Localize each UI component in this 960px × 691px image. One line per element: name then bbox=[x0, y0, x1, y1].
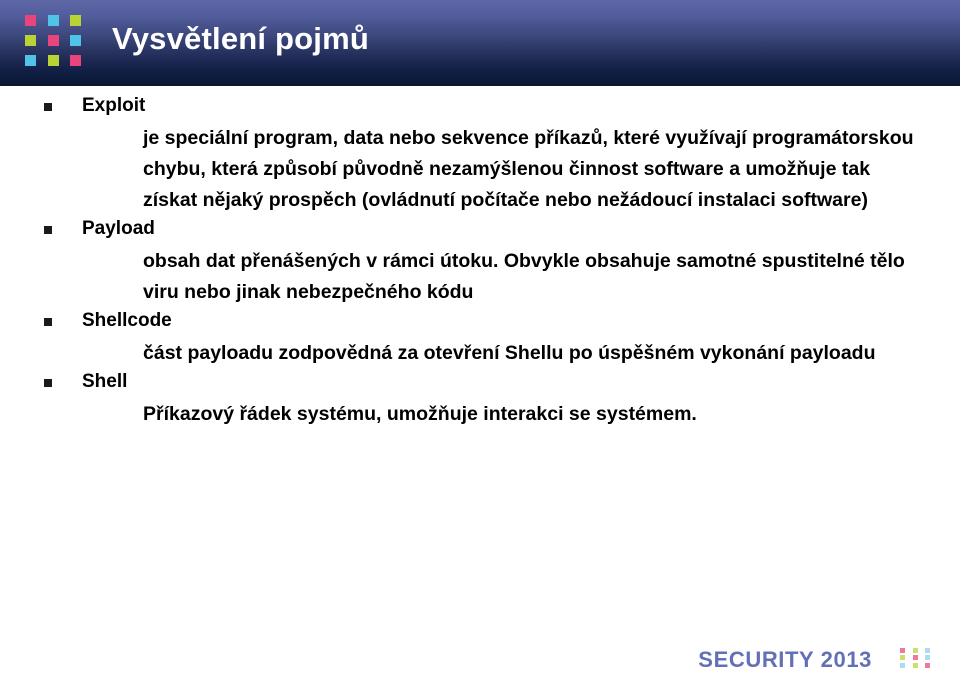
term-block-exploit: Exploit je speciální program, data nebo … bbox=[0, 93, 960, 216]
footer-dot bbox=[900, 655, 905, 661]
logo-dot bbox=[25, 35, 36, 46]
logo-dot bbox=[25, 15, 36, 26]
term-definition: část payloadu zodpovědná za otevření She… bbox=[143, 342, 876, 364]
term-label: Payload bbox=[82, 218, 155, 239]
logo-cell-2-2 bbox=[70, 53, 93, 73]
term-definition: Příkazový řádek systému, umožňuje intera… bbox=[143, 403, 697, 425]
square-bullet-icon bbox=[44, 379, 52, 387]
square-bullet-icon bbox=[44, 226, 52, 234]
term-heading: Shell bbox=[0, 369, 960, 395]
logo-dot bbox=[47, 15, 59, 26]
logo-dot bbox=[25, 55, 36, 66]
logo-cell-2-0 bbox=[25, 53, 48, 73]
page-title: Vysvětlení pojmů bbox=[112, 21, 370, 56]
logo-dot bbox=[47, 35, 59, 46]
term-heading: Payload bbox=[0, 216, 960, 242]
footer-brand-text: SECURITY 2013 bbox=[698, 647, 872, 672]
footer-dot bbox=[912, 655, 918, 661]
logo-cell-2-1 bbox=[47, 53, 71, 73]
term-block-shell: Shell Příkazový řádek systému, umožňuje … bbox=[0, 369, 960, 430]
term-block-shellcode: Shellcode část payloadu zodpovědná za ot… bbox=[0, 308, 960, 369]
term-label: Shellcode bbox=[82, 310, 172, 331]
logo-cell-0-2 bbox=[70, 13, 93, 33]
logo-dot bbox=[70, 55, 82, 66]
logo-cell-0-1 bbox=[47, 13, 71, 33]
logo-cell-1-2 bbox=[70, 33, 93, 53]
footer-dot bbox=[912, 648, 918, 654]
logo-cell-0-0 bbox=[25, 13, 48, 33]
term-heading: Exploit bbox=[0, 93, 960, 119]
term-label: Exploit bbox=[82, 95, 146, 116]
dot-grid-logo-icon bbox=[25, 13, 93, 73]
slide-body: Exploit je speciální program, data nebo … bbox=[0, 86, 960, 606]
term-label: Shell bbox=[82, 371, 128, 392]
footer-dot bbox=[925, 648, 931, 654]
square-bullet-icon bbox=[44, 318, 52, 326]
dot-grid-mark-icon bbox=[900, 647, 938, 669]
footer-dot bbox=[900, 648, 905, 654]
term-heading: Shellcode bbox=[0, 308, 960, 334]
square-bullet-icon bbox=[44, 103, 52, 111]
logo-cell-1-0 bbox=[25, 33, 48, 53]
logo-dot bbox=[70, 15, 82, 26]
footer-dot bbox=[900, 662, 905, 668]
logo-cell-1-1 bbox=[47, 33, 71, 53]
logo-dot bbox=[47, 55, 59, 66]
footer-dot bbox=[925, 655, 931, 661]
term-definition: obsah dat přenášených v rámci útoku. Obv… bbox=[143, 250, 905, 303]
footer-dot bbox=[912, 662, 918, 668]
term-block-payload: Payload obsah dat přenášených v rámci út… bbox=[0, 216, 960, 308]
slide-header: Vysvětlení pojmů bbox=[0, 0, 960, 86]
slide-footer: SECURITY 2013 bbox=[0, 606, 960, 691]
term-definition: je speciální program, data nebo sekvence… bbox=[143, 127, 914, 211]
logo-dot bbox=[70, 35, 82, 46]
footer-dot bbox=[925, 662, 931, 668]
